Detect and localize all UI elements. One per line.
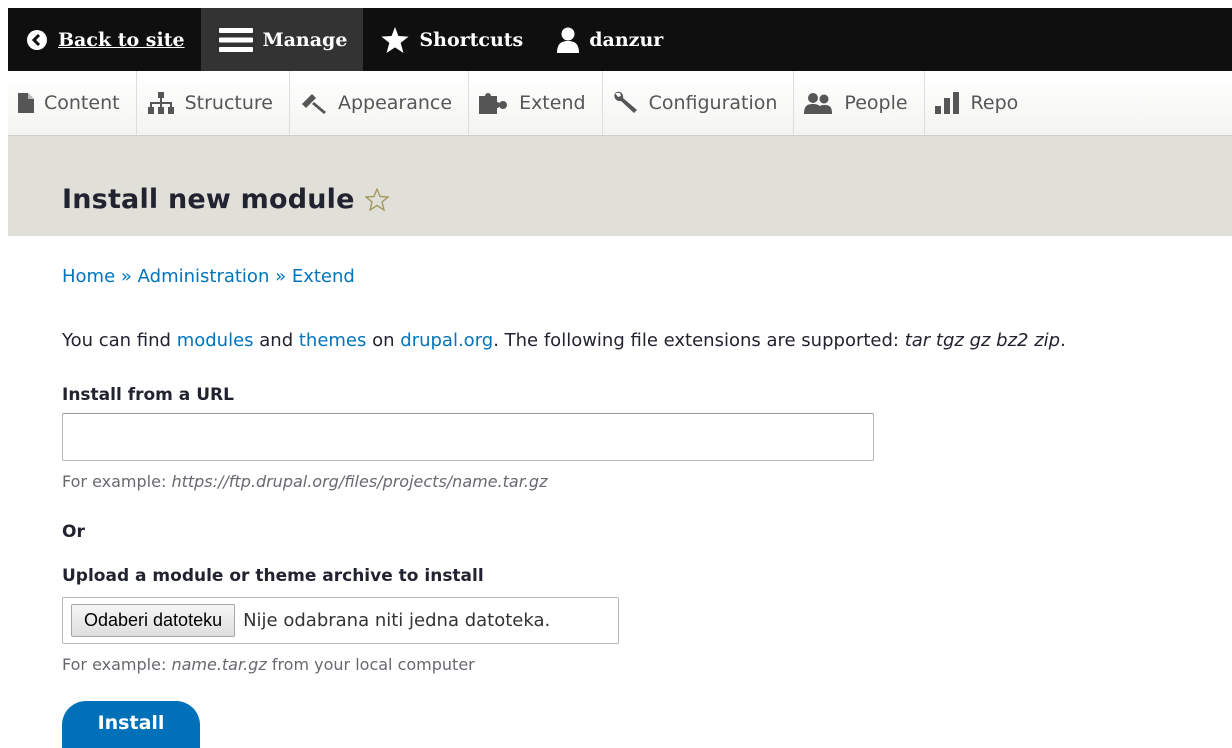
file-status-text: Nije odabrana niti jedna datoteka. (243, 610, 551, 631)
url-example-prefix: For example: (62, 472, 172, 491)
tray-item-label: Structure (184, 92, 273, 114)
upload-example-prefix: For example: (62, 655, 172, 674)
tray-item-structure[interactable]: Structure (137, 71, 290, 135)
breadcrumb-home[interactable]: Home (62, 266, 115, 287)
people-icon (804, 92, 834, 114)
sitemap-icon (147, 92, 175, 114)
tray-item-configuration[interactable]: Configuration (603, 71, 795, 135)
breadcrumb: Home » Administration » Extend (62, 266, 355, 287)
upload-example-suffix: from your local computer (266, 655, 475, 674)
url-field-label: Install from a URL (62, 385, 234, 405)
user-icon (557, 27, 580, 53)
tray-item-appearance[interactable]: Appearance (290, 71, 470, 135)
page-edge (0, 0, 8, 748)
breadcrumb-administration[interactable]: Administration (138, 266, 270, 287)
tray-item-reports[interactable]: Repo (925, 71, 1035, 135)
shortcuts-label: Shortcuts (419, 28, 524, 51)
tray-item-extend[interactable]: Extend (469, 71, 603, 135)
upload-field-label: Upload a module or theme archive to inst… (62, 566, 484, 586)
file-upload-field[interactable]: Odaberi datoteku Nije odabrana niti jedn… (62, 597, 619, 644)
breadcrumb-extend[interactable]: Extend (292, 266, 355, 287)
modules-link[interactable]: modules (177, 330, 254, 351)
user-label: danzur (589, 28, 664, 51)
page-header: Install new module (8, 136, 1232, 236)
drupal-org-link[interactable]: drupal.org (400, 330, 493, 351)
tray-item-label: Appearance (337, 92, 453, 114)
or-label: Or (62, 522, 85, 542)
tray-item-people[interactable]: People (794, 71, 925, 135)
admin-toolbar: Back to site Manage Shortcuts danzur (8, 8, 1232, 71)
back-arrow-icon (26, 29, 48, 51)
tray-item-label: Extend (519, 92, 586, 114)
intro-and: and (253, 330, 299, 351)
install-button[interactable]: Install (62, 701, 200, 748)
supported-extensions: tar tgz gz bz2 zip (904, 330, 1061, 351)
page-title: Install new module (62, 184, 355, 215)
intro-suffix: . The following file extensions are supp… (493, 330, 905, 351)
wrench-icon (613, 91, 639, 115)
upload-field-description: For example: name.tar.gz from your local… (62, 655, 475, 674)
manage-label: Manage (262, 28, 348, 51)
breadcrumb-separator: » (120, 266, 132, 287)
url-example: https://ftp.drupal.org/files/projects/na… (171, 472, 548, 491)
breadcrumb-separator: » (275, 266, 287, 287)
tray-item-label: Configuration (648, 92, 778, 114)
intro-prefix: You can find (62, 330, 177, 351)
tray-item-label: Repo (970, 92, 1019, 114)
upload-example: name.tar.gz (171, 655, 267, 674)
admin-menu-tray: Content Structure Appearance Extend Conf… (8, 71, 1232, 136)
intro-on: on (366, 330, 401, 351)
puzzle-icon (479, 92, 509, 114)
shortcut-star-icon[interactable] (364, 188, 389, 211)
url-field-description: For example: https://ftp.drupal.org/file… (62, 472, 547, 491)
paintbrush-icon (300, 92, 328, 114)
url-input[interactable] (62, 413, 874, 461)
tray-item-label: Content (44, 92, 120, 114)
choose-file-button[interactable]: Odaberi datoteku (71, 604, 236, 637)
user-tab[interactable]: danzur (539, 8, 679, 71)
shortcuts-tab[interactable]: Shortcuts (363, 8, 539, 71)
tray-item-content[interactable]: Content (8, 71, 137, 135)
file-icon (18, 93, 34, 113)
tray-item-label: People (844, 92, 908, 114)
star-icon (381, 26, 409, 53)
page-title-wrap: Install new module (62, 184, 389, 215)
hamburger-icon (218, 27, 253, 52)
intro-end: . (1060, 330, 1066, 351)
themes-link[interactable]: themes (299, 330, 367, 351)
help-text: You can find modules and themes on drupa… (62, 330, 1066, 351)
back-to-site-label: Back to site (58, 28, 185, 51)
manage-tab[interactable]: Manage (200, 8, 364, 71)
back-to-site-link[interactable]: Back to site (8, 8, 201, 71)
bar-chart-icon (934, 92, 961, 114)
